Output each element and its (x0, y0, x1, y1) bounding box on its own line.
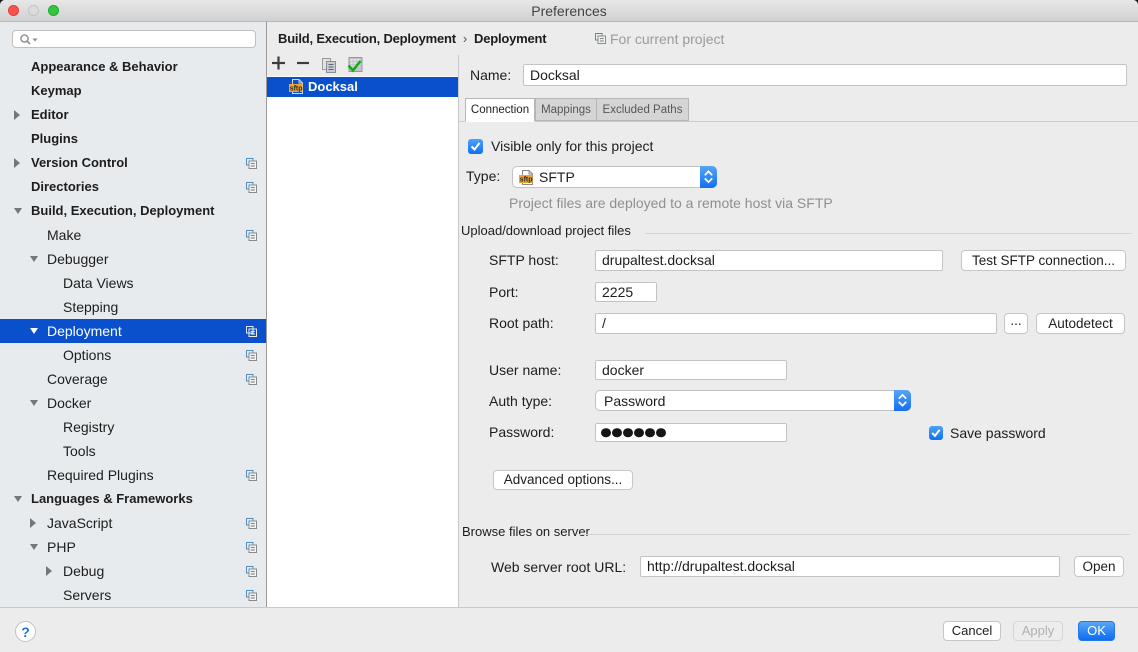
svg-text:sftp: sftp (520, 177, 533, 184)
svg-text:sftp: sftp (290, 86, 303, 93)
